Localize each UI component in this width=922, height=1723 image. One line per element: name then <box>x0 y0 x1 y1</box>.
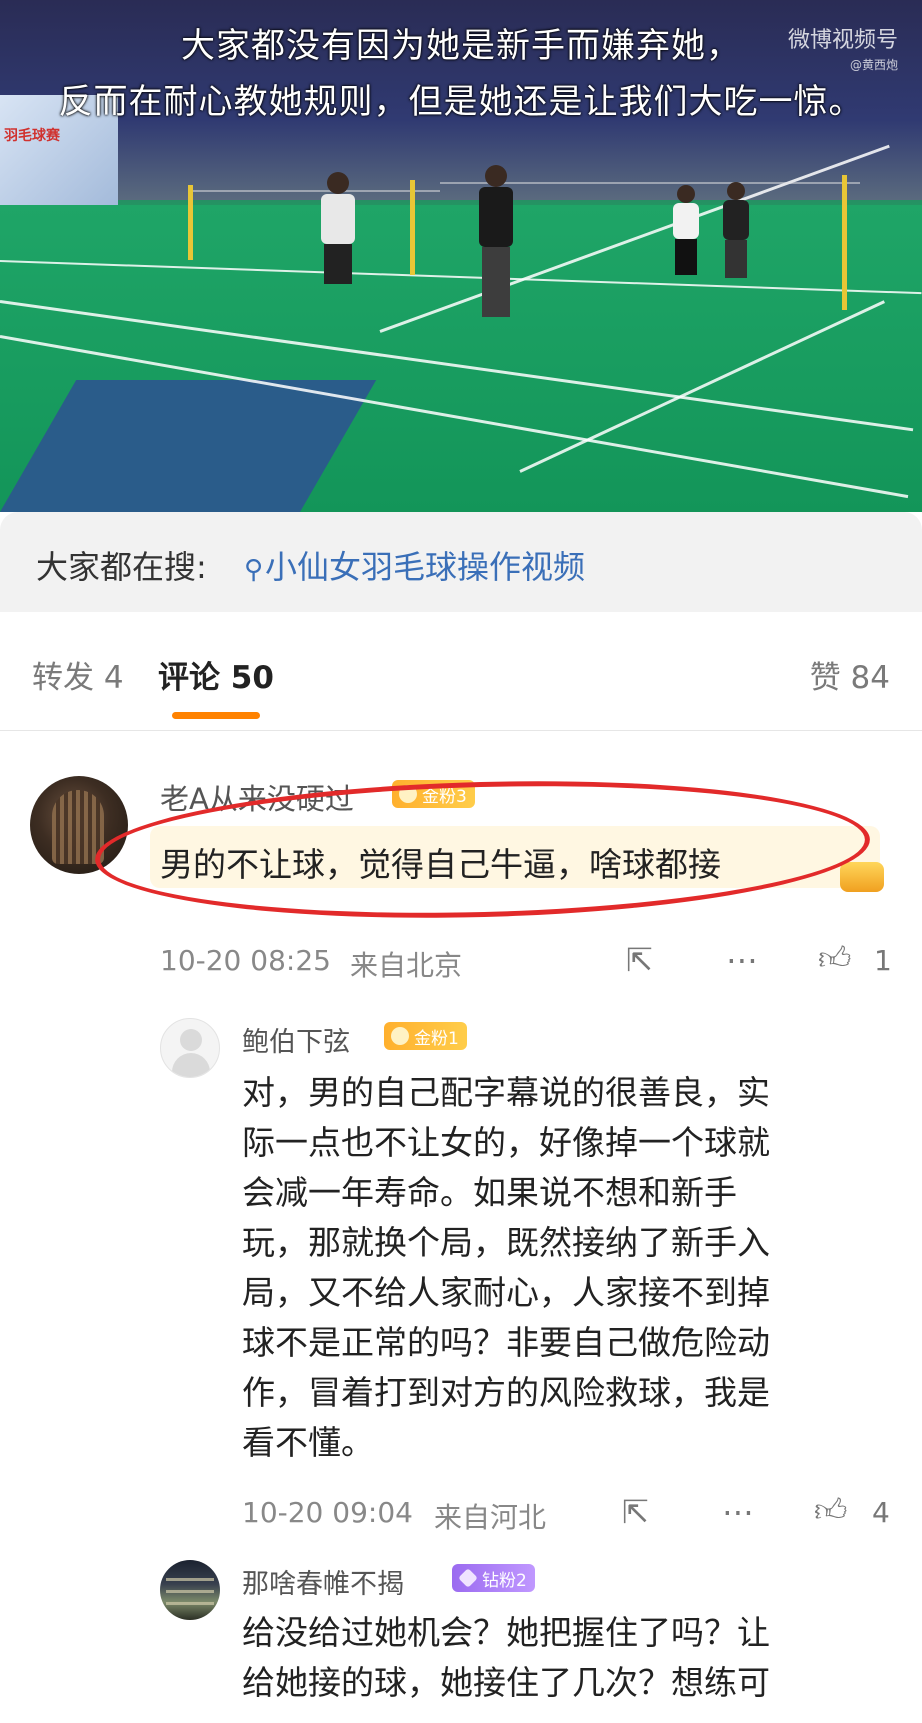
default-avatar-icon <box>180 1029 202 1051</box>
reply-time: 10-20 09:04 <box>242 1496 413 1529</box>
fan-badge-label: 钻粉2 <box>482 1571 527 1591</box>
reward-coin-icon[interactable] <box>840 862 884 892</box>
avatar[interactable] <box>160 1018 220 1078</box>
fan-badge[interactable]: 金粉1 <box>384 1022 467 1050</box>
comment-location: 来自北京 <box>350 949 463 982</box>
player-figure <box>470 165 522 317</box>
reply-text-line: 际一点也不让女的，好像掉一个球就 <box>242 1123 770 1162</box>
like-count: 4 <box>872 1496 890 1529</box>
reply-icon[interactable]: ⋯ <box>726 942 758 978</box>
reply-text-line: 局，又不给人家耐心，人家接不到掉 <box>242 1273 770 1312</box>
avatar[interactable] <box>160 1560 220 1620</box>
tabs-divider <box>0 730 922 731</box>
thumbs-up-icon[interactable]: 👍︎ <box>814 1492 847 1528</box>
share-icon[interactable]: ⇱ <box>626 942 653 978</box>
net-post <box>410 180 415 275</box>
fan-badge[interactable]: 钻粉2 <box>452 1564 535 1592</box>
player-figure <box>318 172 358 284</box>
reply-text-line: 玩，那就换个局，既然接纳了新手入 <box>242 1223 770 1262</box>
reply-username[interactable]: 鲍伯下弦 <box>242 1020 350 1059</box>
trending-search-link[interactable]: ⚲小仙女羽毛球操作视频 <box>244 542 585 588</box>
thumbs-up-icon[interactable]: 👍︎ <box>818 940 851 976</box>
search-icon: ⚲ <box>244 555 264 585</box>
trending-search-bar: 大家都在搜: ⚲小仙女羽毛球操作视频 <box>0 512 922 612</box>
reply-text-line: 给没给过她机会？她把握住了吗？让 <box>242 1613 770 1652</box>
reply-text: 对，男的自己配字幕说的很善良，实 际一点也不让女的，好像掉一个球就 会减一年寿命… <box>242 1068 862 1468</box>
reply-username[interactable]: 那啥春帷不揭 <box>242 1562 404 1601</box>
share-icon[interactable]: ⇱ <box>622 1494 649 1530</box>
badge-icon <box>391 1027 409 1045</box>
reply-icon[interactable]: ⋯ <box>722 1494 754 1530</box>
comment-time: 10-20 08:25 <box>160 944 331 977</box>
diamond-icon <box>458 1568 478 1588</box>
fan-badge-label: 金粉1 <box>414 1029 459 1049</box>
reply-text-line: 会减一年寿命。如果说不想和新手 <box>242 1173 737 1212</box>
reply-text-line: 看不懂。 <box>242 1423 374 1462</box>
reply-text-line: 作，冒着打到对方的风险救球，我是 <box>242 1373 770 1412</box>
player-figure <box>668 185 704 275</box>
video-banner-text: 羽毛球赛 <box>4 128 60 144</box>
video-subtitle-line2: 反而在耐心教她规则，但是她还是让我们大吃一惊。 <box>58 82 864 122</box>
net-post <box>188 185 193 260</box>
reply-location: 来自河北 <box>434 1501 547 1534</box>
badminton-net <box>190 190 440 192</box>
like-count: 1 <box>874 944 892 977</box>
player-figure <box>718 182 754 278</box>
reply-text-line: 给她接的球，她接住了几次？想练可 <box>242 1663 770 1702</box>
video-subtitle-line1: 大家都没有因为她是新手而嫌弃她， <box>181 26 741 66</box>
tab-likes[interactable]: 赞 84 <box>810 652 890 697</box>
tab-comments[interactable]: 评论 50 <box>158 652 274 697</box>
trending-search-label: 大家都在搜: <box>36 548 207 586</box>
tab-repost[interactable]: 转发 4 <box>32 652 124 697</box>
net-post <box>842 175 847 310</box>
reply-text-line: 球不是正常的吗？非要自己做危险动 <box>242 1323 770 1362</box>
video-watermark-handle: @黄西炮 <box>849 58 898 72</box>
video-player[interactable]: 羽毛球赛 大家都没有因为她是新手而嫌弃她， 反而在耐心教她规则，但是她还是让我们… <box>0 0 922 512</box>
reply-text-line: 对，男的自己配字幕说的很善良，实 <box>242 1073 770 1112</box>
reply-text: 给没给过她机会？她把握住了吗？让 给她接的球，她接住了几次？想练可 <box>242 1608 862 1708</box>
trending-search-query: 小仙女羽毛球操作视频 <box>265 548 586 586</box>
active-tab-indicator <box>172 712 260 719</box>
video-watermark: 微博视频号 <box>787 28 898 53</box>
